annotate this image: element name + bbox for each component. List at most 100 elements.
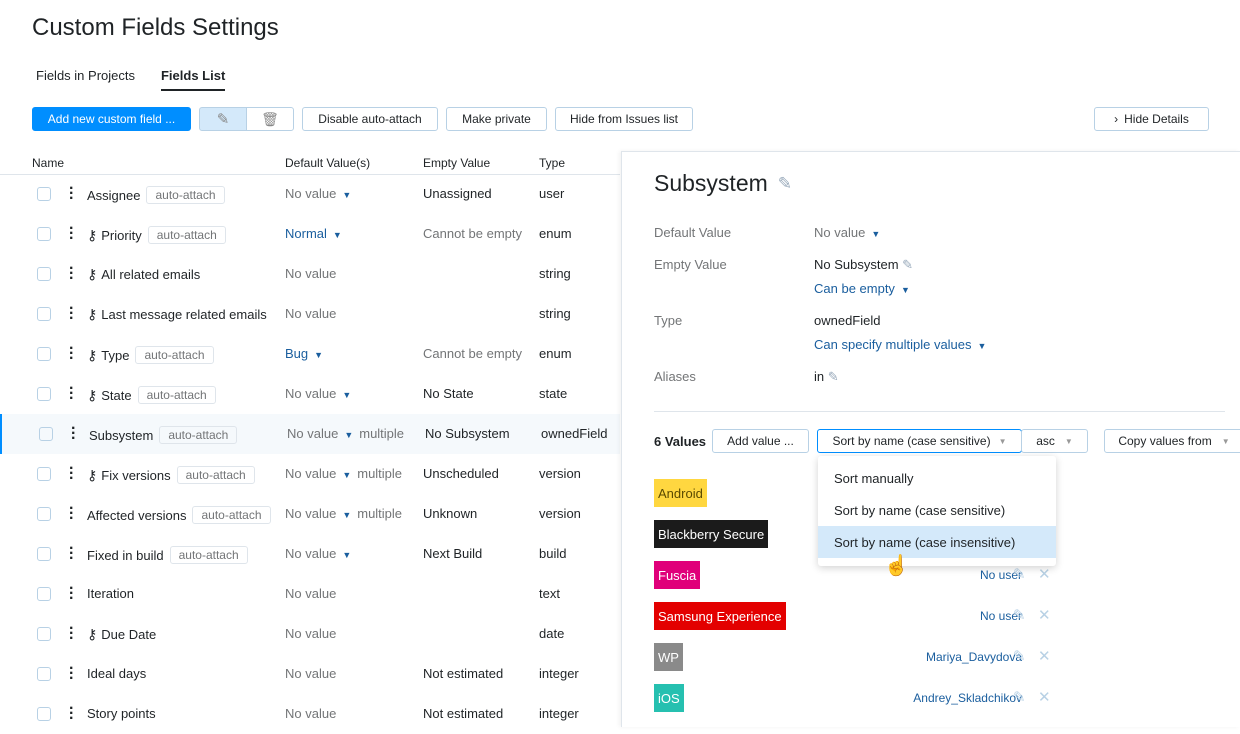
table-row[interactable]: · · · Iteration No value text — [0, 574, 620, 614]
can-be-empty-dropdown[interactable]: Can be empty ▼ — [814, 281, 910, 296]
auto-attach-badge: auto-attach — [146, 186, 225, 204]
menu-item-sort-case-sensitive[interactable]: Sort by name (case sensitive) — [818, 494, 1056, 526]
default-value-dropdown[interactable]: No value ▼ — [814, 225, 880, 240]
more-icon[interactable]: · · · — [69, 501, 74, 527]
table-row[interactable]: · · · Affected versions auto-attach No valu… — [0, 494, 620, 534]
pencil-icon[interactable]: ✎ — [828, 369, 839, 384]
more-icon[interactable]: · · · — [69, 301, 74, 327]
value-chip[interactable]: Samsung Experience — [654, 602, 786, 630]
close-icon[interactable]: ✕ — [1038, 688, 1051, 706]
pencil-icon[interactable]: ✎ — [902, 257, 913, 272]
menu-item-sort-manually[interactable]: Sort manually — [818, 462, 1056, 494]
table-row[interactable]: · · · Subsystem auto-attach No value ▼ multip… — [0, 414, 620, 454]
disable-auto-attach-button[interactable]: Disable auto-attach — [302, 107, 438, 131]
pencil-icon[interactable]: ✎ — [1013, 606, 1026, 624]
row-checkbox[interactable] — [37, 587, 51, 601]
more-icon[interactable]: · · · — [69, 541, 74, 567]
close-icon[interactable]: ✕ — [1038, 606, 1051, 624]
row-checkbox[interactable] — [37, 627, 51, 641]
row-checkbox[interactable] — [39, 427, 53, 441]
table-row[interactable]: · · · ⚷ All related emails No value string — [0, 254, 620, 294]
more-icon[interactable]: · · · — [69, 621, 74, 647]
add-custom-field-button[interactable]: Add new custom field ... — [32, 107, 191, 131]
more-icon[interactable]: · · · — [69, 261, 74, 287]
tab-fields-list[interactable]: Fields List — [160, 68, 226, 91]
value-chip[interactable]: iOS — [654, 684, 684, 712]
pencil-icon[interactable]: ✎ — [778, 174, 792, 194]
table-row[interactable]: · · · ⚷ Last message related emails No valu… — [0, 294, 620, 334]
table-row[interactable]: · · · ⚷ Type auto-attach Bug ▼ Cannot be empt… — [0, 334, 620, 374]
table-row[interactable]: · · · Fixed in build auto-attach No value ▼ … — [0, 534, 620, 574]
default-value[interactable]: Bug ▼ — [285, 346, 323, 361]
default-value[interactable]: Normal ▼ — [285, 226, 342, 241]
row-checkbox[interactable] — [37, 227, 51, 241]
make-private-button[interactable]: Make private — [446, 107, 547, 131]
row-checkbox[interactable] — [37, 507, 51, 521]
multiple-values-dropdown[interactable]: Can specify multiple values ▼ — [814, 337, 986, 352]
row-checkbox[interactable] — [37, 467, 51, 481]
hide-from-issues-button[interactable]: Hide from Issues list — [555, 107, 693, 131]
col-type[interactable]: Type — [539, 156, 565, 170]
row-checkbox[interactable] — [37, 187, 51, 201]
value-owner[interactable]: Andrey_Skladchikov — [913, 691, 1022, 705]
value-chip[interactable]: WP — [654, 643, 683, 671]
col-name[interactable]: Name — [32, 156, 64, 170]
edit-button[interactable]: ✎ — [199, 107, 247, 131]
row-checkbox[interactable] — [37, 307, 51, 321]
value-chip[interactable]: Blackberry Secure — [654, 520, 769, 548]
table-row[interactable]: · · · Story points No value Not estimated … — [0, 694, 620, 734]
table-row[interactable]: · · · ⚷ State auto-attach No value ▼ No State… — [0, 374, 620, 414]
default-value[interactable]: No value ▼ multiple — [285, 466, 402, 481]
pencil-icon[interactable]: ✎ — [1013, 688, 1026, 706]
hide-details-button[interactable]: › Hide Details — [1094, 107, 1209, 131]
empty-label: Empty Value — [654, 257, 727, 272]
col-default[interactable]: Default Value(s) — [285, 156, 370, 170]
more-icon[interactable]: · · · — [69, 461, 74, 487]
default-value[interactable]: No value ▼ — [285, 186, 351, 201]
table-row[interactable]: · · · Ideal days No value Not estimated in… — [0, 654, 620, 694]
default-value[interactable]: No value ▼ multiple — [287, 426, 404, 441]
field-type: string — [539, 266, 571, 281]
row-checkbox[interactable] — [37, 347, 51, 361]
tab-fields-in-projects[interactable]: Fields in Projects — [36, 68, 135, 91]
field-name: Assignee auto-attach — [87, 186, 225, 204]
default-value[interactable]: No value ▼ — [285, 546, 351, 561]
more-icon[interactable]: · · · — [69, 381, 74, 407]
key-icon: ⚷ — [87, 626, 98, 642]
pencil-icon[interactable]: ✎ — [1013, 565, 1026, 583]
row-checkbox[interactable] — [37, 667, 51, 681]
more-icon[interactable]: · · · — [69, 581, 74, 607]
field-name: Ideal days — [87, 666, 147, 681]
row-checkbox[interactable] — [37, 547, 51, 561]
more-icon[interactable]: · · · — [69, 181, 74, 207]
table-row[interactable]: · · · ⚷ Priority auto-attach Normal ▼ Cannot … — [0, 214, 620, 254]
row-checkbox[interactable] — [37, 267, 51, 281]
delete-button[interactable]: 🗑 — [246, 107, 294, 131]
table-row[interactable]: · · · ⚷ Fix versions auto-attach No value ▼ mu… — [0, 454, 620, 494]
field-type: build — [539, 546, 567, 561]
close-icon[interactable]: ✕ — [1038, 565, 1051, 583]
more-icon[interactable]: · · · — [69, 341, 74, 367]
value-chip[interactable]: Fuscia — [654, 561, 701, 589]
sort-dropdown[interactable]: Sort by name (case sensitive) ▼ — [817, 429, 1022, 453]
table-row[interactable]: · · · ⚷ Due Date No value date — [0, 614, 620, 654]
order-dropdown[interactable]: asc ▼ — [1021, 429, 1088, 453]
row-checkbox[interactable] — [37, 707, 51, 721]
menu-item-sort-case-insensitive[interactable]: Sort by name (case insensitive) — [818, 526, 1056, 558]
default-value[interactable]: No value ▼ — [285, 386, 351, 401]
value-chip[interactable]: Android — [654, 479, 707, 507]
more-icon[interactable]: · · · — [71, 421, 76, 447]
more-icon[interactable]: · · · — [69, 661, 74, 687]
default-value[interactable]: No value ▼ multiple — [285, 506, 402, 521]
caret-down-icon: ▼ — [314, 350, 324, 360]
pencil-icon[interactable]: ✎ — [1013, 647, 1026, 665]
more-icon[interactable]: · · · — [69, 701, 74, 727]
row-checkbox[interactable] — [37, 387, 51, 401]
copy-values-dropdown[interactable]: Copy values from ▼ — [1104, 429, 1240, 453]
table-row[interactable]: · · · Assignee auto-attach No value ▼ Unassi… — [0, 174, 620, 214]
add-value-button[interactable]: Add value ... — [712, 429, 809, 453]
col-empty[interactable]: Empty Value — [423, 156, 490, 170]
value-owner[interactable]: Mariya_Davydova — [926, 650, 1022, 664]
close-icon[interactable]: ✕ — [1038, 647, 1051, 665]
more-icon[interactable]: · · · — [69, 221, 74, 247]
